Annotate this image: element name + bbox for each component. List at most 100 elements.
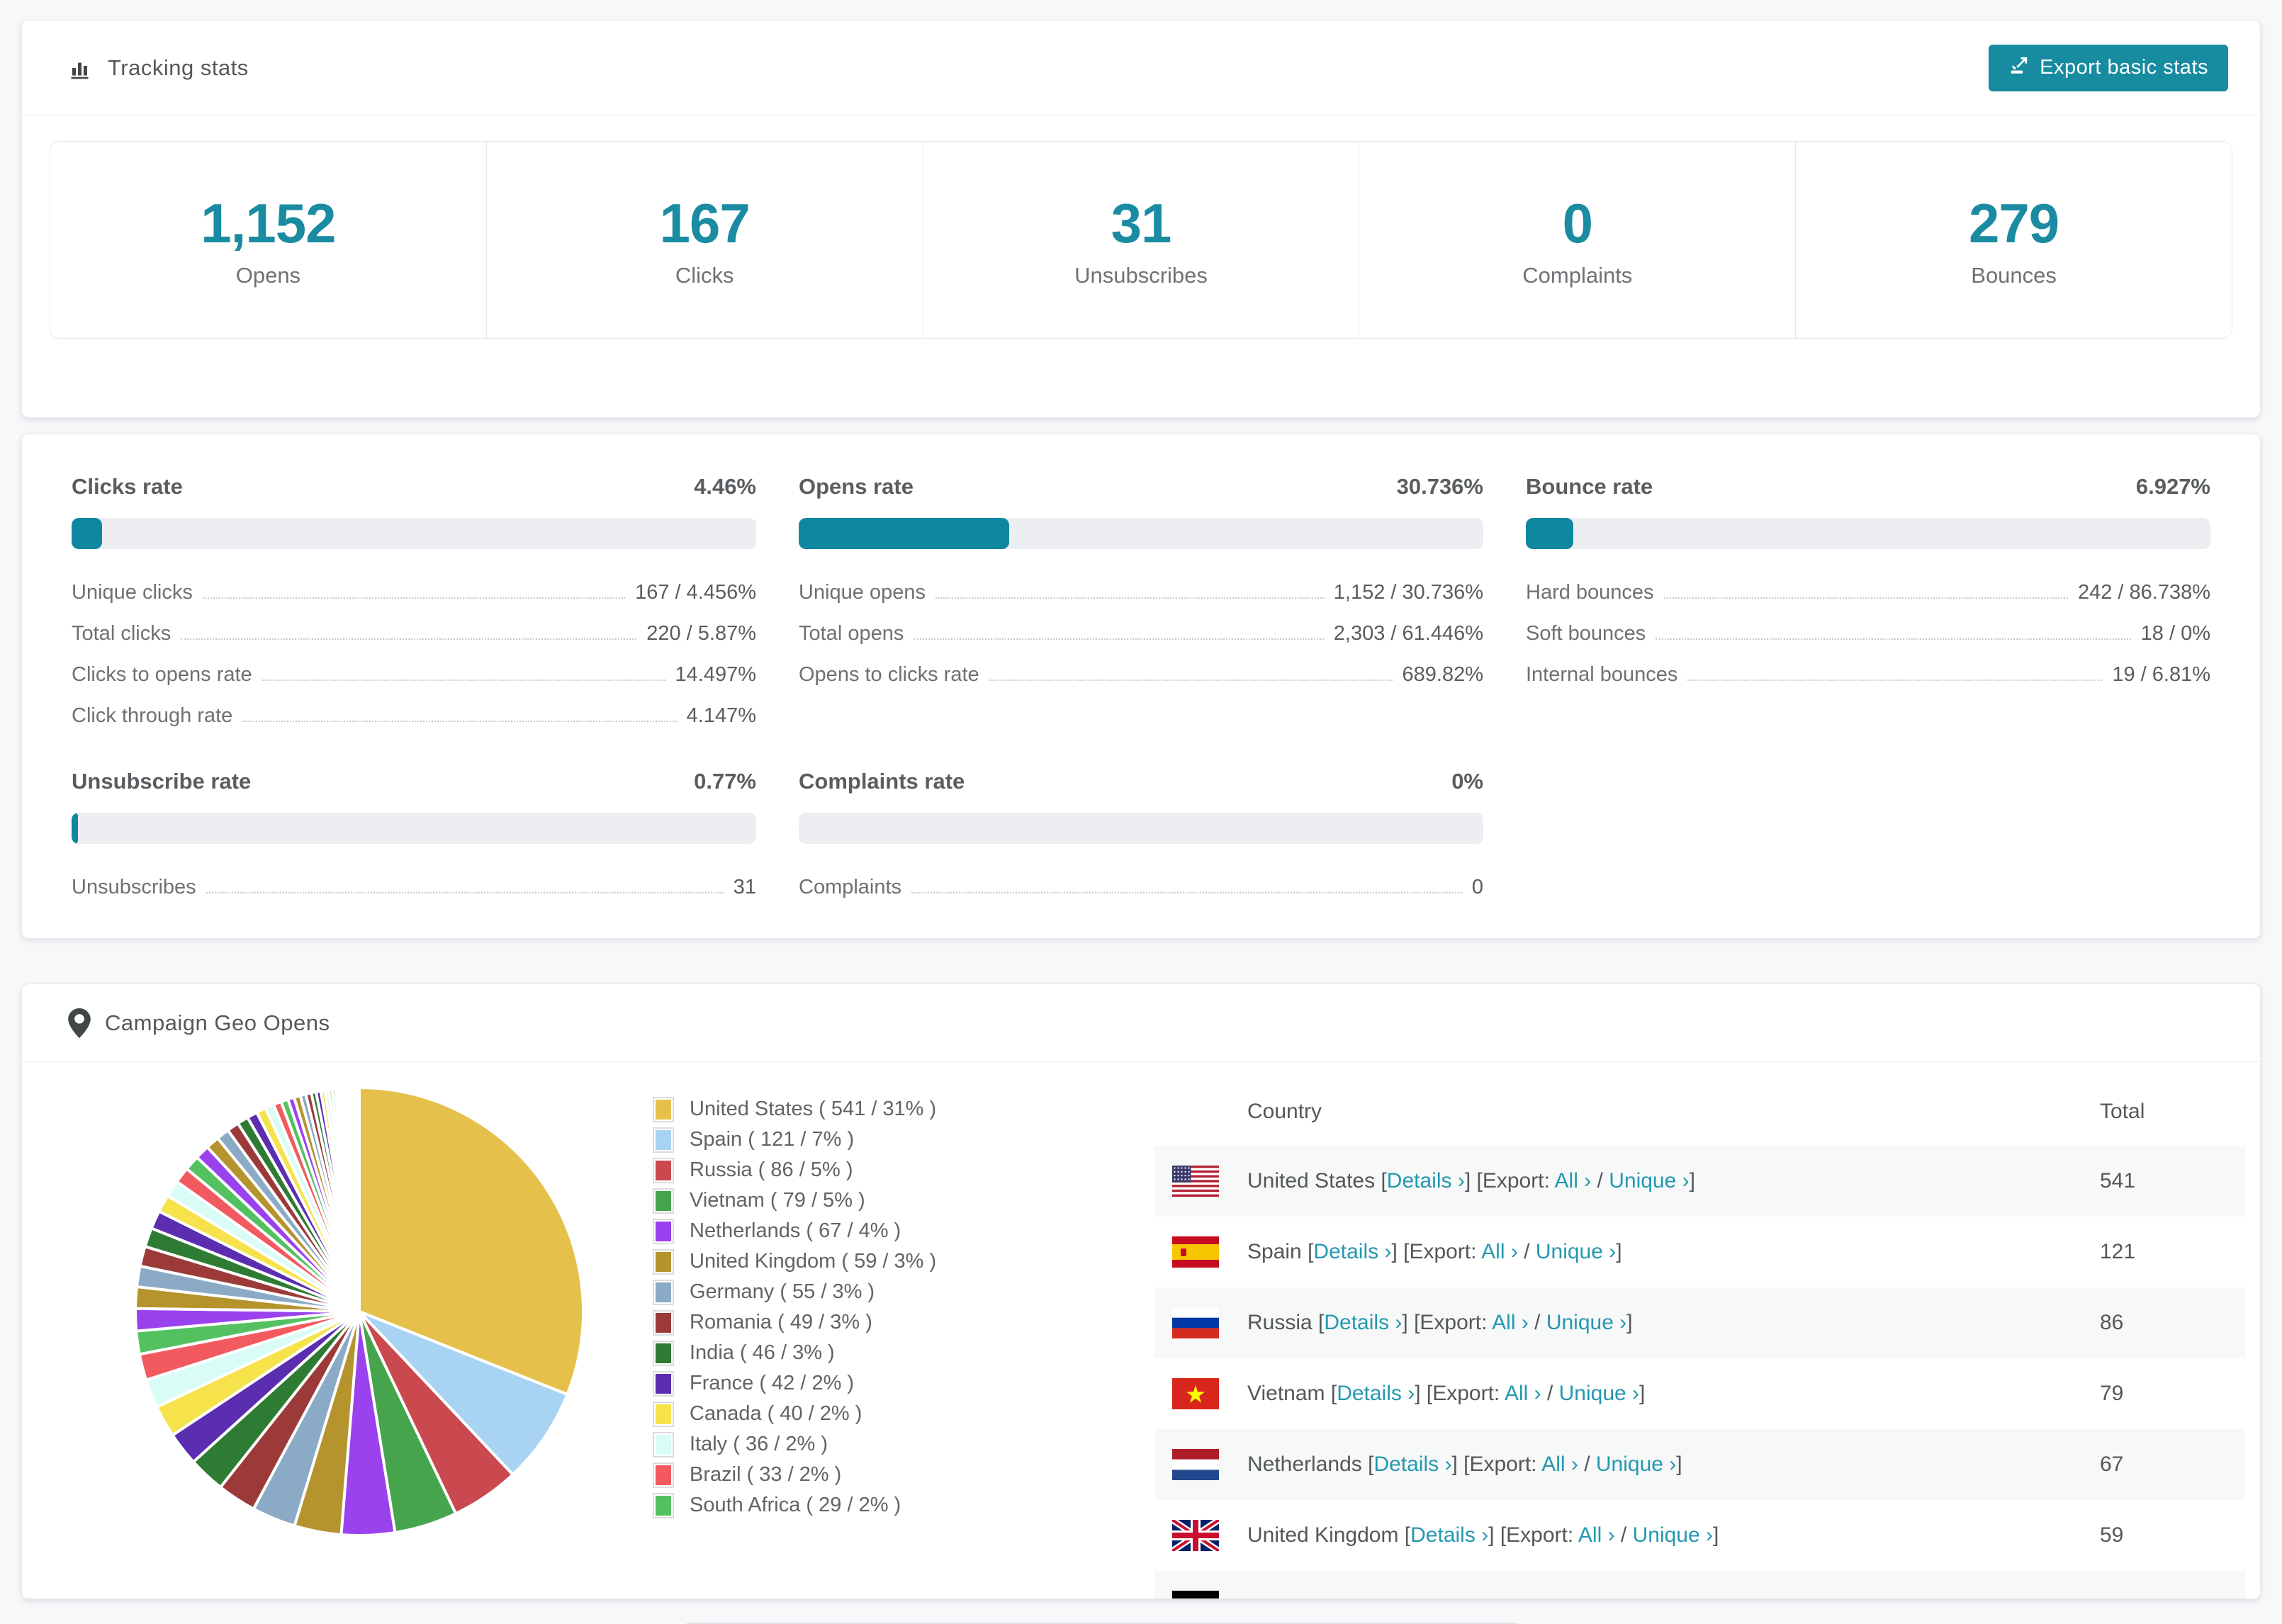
export-button-label: Export basic stats (2040, 56, 2208, 79)
export-all-link[interactable]: All › (1481, 1240, 1518, 1263)
export-unique-link[interactable]: Unique › (1596, 1453, 1676, 1476)
summary-stats-row: 1,152 Opens 167 Clicks 31 Unsubscribes 0 Compla… (50, 141, 2232, 339)
export-all-link[interactable]: All › (1492, 1311, 1529, 1334)
legend-swatch (653, 1279, 674, 1305)
flag-icon-gb (1172, 1520, 1219, 1551)
legend-swatch (653, 1309, 674, 1336)
country-cell: United States [Details ›] [Export: All ›… (1247, 1169, 1695, 1192)
geo-opens-table: Country Total United States [Details ›] … (1154, 1078, 2245, 1598)
total-cell: 86 (2100, 1311, 2124, 1334)
rate-block-unsubscribe-rate: Unsubscribe rate 0.77% Unsubscribes 31 (72, 769, 756, 899)
stat-label: Complaints (1522, 263, 1633, 288)
stat-label: Unsubscribes (1074, 263, 1208, 288)
stat-bounces: 279 Bounces (1795, 142, 2232, 338)
flag-icon-vn (1172, 1378, 1219, 1409)
progress-bar (72, 813, 756, 844)
table-row-russia: Russia [Details ›] [Export: All › / Uniq… (1154, 1287, 2245, 1358)
progress-bar (72, 518, 756, 549)
legend-swatch (653, 1492, 674, 1518)
rate-title: Complaints rate (799, 769, 965, 794)
progress-bar (799, 813, 1483, 844)
geo-header: Campaign Geo Opens (22, 984, 2260, 1062)
legend-item-india: India ( 46 / 3% ) (653, 1338, 936, 1368)
progress-bar (1526, 518, 2210, 549)
total-cell: 59 (2100, 1523, 2124, 1547)
country-cell: Netherlands [Details ›] [Export: All › /… (1247, 1453, 1682, 1476)
export-unique-link[interactable]: Unique › (1546, 1311, 1626, 1334)
rate-title: Opens rate (799, 474, 914, 499)
legend-item-united-states: United States ( 541 / 31% ) (653, 1094, 936, 1124)
rate-value: 6.927% (2135, 474, 2210, 499)
map-pin-icon (68, 1008, 91, 1038)
dotted-leader (1687, 680, 2103, 681)
export-unique-link[interactable]: Unique › (1609, 1169, 1689, 1192)
details-link[interactable]: Details › (1337, 1382, 1415, 1405)
dotted-leader (242, 721, 677, 722)
legend-swatch (653, 1127, 674, 1153)
rate-block-opens-rate: Opens rate 30.736% Unique opens 1,152 / 30.… (799, 474, 1483, 728)
legend-item-romania: Romania ( 49 / 3% ) (653, 1307, 936, 1338)
flag-icon-ru (1172, 1307, 1219, 1338)
legend-item-russia: Russia ( 86 / 5% ) (653, 1155, 936, 1185)
export-unique-link[interactable]: Unique › (1633, 1523, 1713, 1547)
country-cell: Spain [Details ›] [Export: All › / Uniqu… (1247, 1240, 1622, 1263)
legend-item-germany: Germany ( 55 / 3% ) (653, 1277, 936, 1307)
total-cell: 67 (2100, 1453, 2124, 1476)
rate-row: Total clicks 220 / 5.87% (72, 622, 756, 645)
legend-swatch (653, 1188, 674, 1214)
legend-swatch (653, 1401, 674, 1427)
flag-icon-de (1172, 1591, 1219, 1598)
rate-block-bounce-rate: Bounce rate 6.927% Hard bounces 242 / 86.73… (1526, 474, 2210, 728)
bar-chart-icon (68, 55, 94, 81)
legend-item-canada: Canada ( 40 / 2% ) (653, 1399, 936, 1429)
export-basic-stats-button[interactable]: Export basic stats (1989, 44, 2228, 91)
table-row-vietnam: Vietnam [Details ›] [Export: All › / Uni… (1154, 1358, 2245, 1429)
rate-value: 0% (1451, 769, 1483, 794)
export-all-link[interactable]: All › (1555, 1169, 1592, 1192)
dotted-leader (1656, 638, 2131, 640)
tracking-stats-title: Tracking stats (68, 55, 249, 81)
rate-row: Soft bounces 18 / 0% (1526, 622, 2210, 645)
rate-row: Unique opens 1,152 / 30.736% (799, 581, 1483, 604)
details-link[interactable]: Details › (1373, 1453, 1451, 1476)
export-unique-link[interactable]: Unique › (1536, 1240, 1616, 1263)
details-link[interactable]: Details › (1324, 1311, 1402, 1334)
rate-row: Clicks to opens rate 14.497% (72, 663, 756, 686)
flag-icon-us (1172, 1166, 1219, 1197)
dotted-leader (914, 638, 1324, 640)
country-cell: Vietnam [Details ›] [Export: All › / Uni… (1247, 1382, 1646, 1405)
stat-clicks: 167 Clicks (485, 142, 923, 338)
rate-row: Unsubscribes 31 (72, 876, 756, 898)
export-all-link[interactable]: All › (1541, 1453, 1578, 1476)
dotted-leader (262, 680, 665, 681)
stat-unsubscribes: 31 Unsubscribes (922, 142, 1359, 338)
legend-item-united-kingdom: United Kingdom ( 59 / 3% ) (653, 1246, 936, 1277)
table-row-netherlands: Netherlands [Details ›] [Export: All › /… (1154, 1429, 2245, 1500)
legend-swatch (653, 1431, 674, 1457)
legend-item-vietnam: Vietnam ( 79 / 5% ) (653, 1185, 936, 1216)
details-link[interactable]: Details › (1387, 1169, 1465, 1192)
legend-swatch (653, 1248, 674, 1275)
stat-value: 167 (659, 192, 751, 254)
stat-value: 1,152 (201, 192, 336, 254)
details-link[interactable]: Details › (1410, 1523, 1488, 1547)
dotted-leader (181, 638, 637, 640)
stat-label: Opens (235, 263, 301, 288)
table-row-united-kingdom: United Kingdom [Details ›] [Export: All … (1154, 1500, 2245, 1571)
legend-item-brazil: Brazil ( 33 / 2% ) (653, 1460, 936, 1490)
tracking-stats-header: Tracking stats Export basic stats (22, 21, 2260, 115)
rate-title: Bounce rate (1526, 474, 1653, 499)
export-all-link[interactable]: All › (1505, 1382, 1541, 1405)
rate-value: 30.736% (1396, 474, 1483, 499)
rate-row: Hard bounces 242 / 86.738% (1526, 581, 2210, 604)
export-unique-link[interactable]: Unique › (1559, 1382, 1639, 1405)
table-body: United States [Details ›] [Export: All ›… (1154, 1146, 2245, 1598)
legend-item-italy: Italy ( 36 / 2% ) (653, 1429, 936, 1460)
rate-row: Total opens 2,303 / 61.446% (799, 622, 1483, 645)
geo-title: Campaign Geo Opens (68, 1008, 330, 1038)
total-cell: 541 (2100, 1169, 2136, 1192)
rate-row: Unique clicks 167 / 4.456% (72, 581, 756, 604)
export-all-link[interactable]: All › (1578, 1523, 1615, 1547)
details-link[interactable]: Details › (1313, 1240, 1391, 1263)
country-cell: United Kingdom [Details ›] [Export: All … (1247, 1523, 1719, 1547)
